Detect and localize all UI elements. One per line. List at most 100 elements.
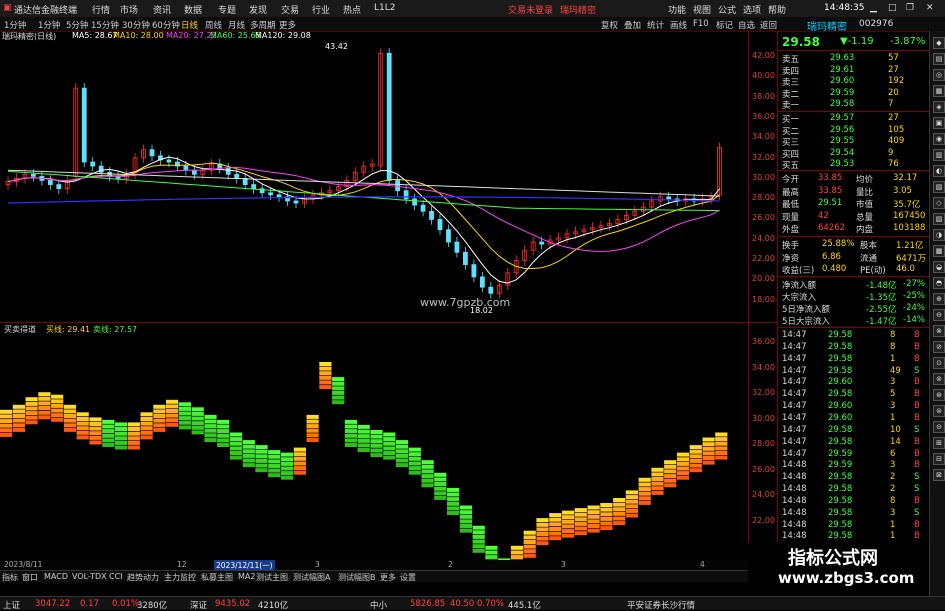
tab-period-more[interactable]: 更多	[279, 19, 296, 31]
sidebar-btn-5[interactable]: ◈	[933, 101, 945, 113]
mark-button[interactable]: 标记	[716, 19, 733, 31]
tab-period-15min[interactable]: 15分钟	[91, 19, 119, 31]
indicator-cell	[229, 441, 243, 446]
menu-item-discover[interactable]: 发现	[249, 3, 267, 16]
indicator-cell	[217, 438, 230, 443]
menu-item-market[interactable]: 市场	[120, 3, 138, 16]
menu-item-quotes[interactable]: 行情	[92, 3, 110, 16]
tab-macd[interactable]: MACD	[44, 572, 68, 581]
tab-period-5min[interactable]: 5分钟	[66, 19, 88, 31]
sidebar-btn-25[interactable]: ⊝	[933, 421, 945, 433]
indicator-cell	[625, 490, 638, 495]
menu-item-help[interactable]: 帮助	[768, 3, 786, 16]
sidebar-btn-23[interactable]: ⊛	[933, 389, 945, 401]
overlay-button[interactable]: 叠加	[624, 19, 641, 31]
menu-item-l1l2[interactable]: L1L2	[374, 3, 395, 13]
sidebar-btn-9[interactable]: ◐	[933, 165, 945, 177]
sidebar-btn-1[interactable]: ◆	[933, 37, 945, 49]
sidebar-btn-19[interactable]: ⊗	[933, 325, 945, 337]
indicator-cell	[536, 527, 549, 532]
statistics-button[interactable]: 统计	[647, 19, 664, 31]
sidebar-btn-16[interactable]: ◓	[933, 277, 945, 289]
tab-cci[interactable]: CCI	[109, 572, 123, 581]
sidebar-btn-10[interactable]: ▧	[933, 181, 945, 193]
tab-period-1min-a[interactable]: 1分钟	[4, 19, 26, 31]
indicator-cell	[281, 471, 294, 476]
ask-2-label: 卖三	[782, 78, 800, 88]
tab-window[interactable]: 窗口	[22, 572, 38, 583]
status-item-3: 0.01%	[112, 599, 140, 609]
maximize-icon[interactable]: □	[888, 3, 897, 13]
tab-vol-tdx[interactable]: VOL-TDX	[72, 572, 107, 581]
sidebar-btn-28[interactable]: ⊠	[933, 469, 945, 481]
sidebar-btn-14[interactable]: ▩	[933, 245, 945, 257]
menu-item-news[interactable]: 资讯	[153, 3, 171, 16]
tab-period-60min[interactable]: 60分钟	[152, 19, 180, 31]
restore-rights-button[interactable]: 复权	[601, 19, 618, 31]
menu-item-data[interactable]: 数据	[184, 3, 202, 16]
indicator-cell	[370, 443, 383, 448]
tab-ma2[interactable]: MA2	[238, 572, 255, 581]
indicator-cell	[613, 516, 626, 521]
tab-private-main[interactable]: 私募主图	[201, 572, 233, 583]
price-axis-tick-12: 18.00	[752, 294, 775, 304]
sidebar-btn-27[interactable]: ⊟	[933, 453, 945, 465]
sidebar-btn-7[interactable]: ◉	[933, 133, 945, 145]
menu-item-topics[interactable]: 专题	[218, 3, 236, 16]
sidebar-btn-20[interactable]: ⊘	[933, 341, 945, 353]
sidebar-btn-15[interactable]: ◒	[933, 261, 945, 273]
sidebar-btn-12[interactable]: ▨	[933, 213, 945, 225]
indicator-cell	[510, 555, 524, 560]
menu-item-hot[interactable]: 热点	[343, 3, 361, 16]
indicator-cell	[485, 545, 498, 550]
tab-period-month[interactable]: 月线	[228, 19, 245, 31]
draw-line-button[interactable]: 画线	[670, 19, 687, 31]
sidebar-btn-4[interactable]: ▦	[933, 85, 945, 97]
sidebar-btn-11[interactable]: ◇	[933, 197, 945, 209]
tab-period-multi[interactable]: 多周期	[250, 19, 276, 31]
sidebar-btn-26[interactable]: ⊞	[933, 437, 945, 449]
tab-settings[interactable]: 设置	[400, 572, 416, 583]
tab-test-sub-b[interactable]: 测试幅图B	[338, 572, 376, 583]
f10-button[interactable]: F10	[693, 19, 709, 29]
sidebar-btn-18[interactable]: ⊖	[933, 309, 945, 321]
menu-item-trade[interactable]: 交易	[281, 3, 299, 16]
menu-item-industry[interactable]: 行业	[312, 3, 330, 16]
bid-1-price: 29.56	[830, 124, 855, 135]
tab-main-monitor[interactable]: 主力监控	[164, 572, 196, 583]
watchlist-button[interactable]: 自选	[738, 19, 755, 31]
tab-test-main[interactable]: 测试主图	[256, 572, 288, 583]
stat-0-d: 32.17	[893, 173, 918, 183]
sidebar-btn-22[interactable]: ⊚	[933, 373, 945, 385]
tab-period-week[interactable]: 周线	[205, 19, 222, 31]
sidebar-btn-21[interactable]: ⊙	[933, 357, 945, 369]
menu-item-options[interactable]: 选项	[743, 3, 761, 16]
sidebar-btn-2[interactable]: ▤	[933, 53, 945, 65]
tab-test-sub-a[interactable]: 测试幅图A	[293, 572, 330, 583]
bid-2-price: 29.55	[830, 136, 855, 146]
back-button[interactable]: 返回	[760, 19, 777, 31]
menu-item-formula[interactable]: 公式	[718, 3, 736, 16]
sidebar-btn-17[interactable]: ⊕	[933, 293, 945, 305]
indicator-cell	[357, 434, 370, 439]
sidebar-btn-24[interactable]: ⊜	[933, 405, 945, 417]
candlestick-chart[interactable]	[0, 43, 748, 320]
sidebar-btn-13[interactable]: ◑	[933, 229, 945, 241]
indicator-chart[interactable]	[0, 333, 748, 566]
tab-indicator[interactable]: 指标	[2, 572, 18, 583]
tab-period-day[interactable]: 日线	[181, 19, 198, 31]
menu-item-function[interactable]: 功能	[668, 3, 686, 16]
restore-icon[interactable]: ❐	[906, 3, 914, 13]
tick-0-t: 14:47	[782, 330, 807, 340]
tab-period-1min-b[interactable]: 1分钟	[38, 19, 60, 31]
sidebar-btn-3[interactable]: ◎	[933, 69, 945, 81]
tab-more[interactable]: 更多	[380, 572, 396, 583]
sidebar-btn-6[interactable]: ▣	[933, 117, 945, 129]
tab-period-30min[interactable]: 30分钟	[122, 19, 150, 31]
sidebar-btn-8[interactable]: ▥	[933, 149, 945, 161]
close-icon[interactable]: ✕	[926, 3, 934, 13]
minimize-icon[interactable]: ▁	[870, 3, 877, 13]
tab-trend-power[interactable]: 趋势动力	[127, 572, 159, 583]
trade-status[interactable]: 交易未登录	[508, 3, 553, 16]
menu-item-view[interactable]: 视图	[693, 3, 711, 16]
